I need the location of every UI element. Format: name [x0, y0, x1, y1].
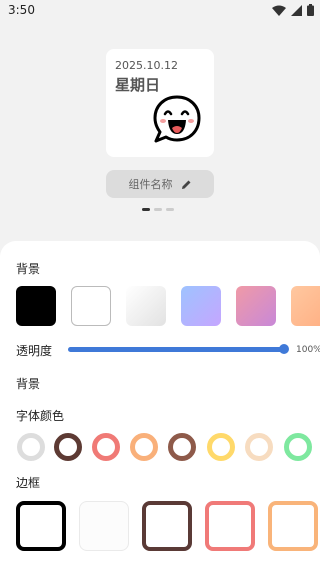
- font-color-swatch[interactable]: [130, 433, 158, 461]
- page-dot[interactable]: [142, 208, 150, 211]
- font-color-label: 字体颜色: [16, 409, 65, 423]
- background-label-secondary: 背景: [16, 377, 41, 391]
- widget-name-button[interactable]: 组件名称: [106, 170, 214, 198]
- page-indicator: [142, 208, 174, 211]
- opacity-slider-track[interactable]: [68, 347, 284, 352]
- font-color-swatch[interactable]: [245, 433, 273, 461]
- background-swatch[interactable]: [291, 286, 320, 326]
- font-color-swatch[interactable]: [168, 433, 196, 461]
- battery-icon: [307, 4, 314, 16]
- laughing-speech-bubble-icon: [153, 95, 201, 143]
- font-color-swatch[interactable]: [92, 433, 120, 461]
- preview-date: 2025.10.12: [115, 59, 178, 72]
- wifi-icon: [272, 5, 286, 16]
- status-time: 3:50: [8, 3, 35, 17]
- font-color-swatch[interactable]: [284, 433, 312, 461]
- settings-panel: 背景 透明度 100% 背景 字体颜色 边框: [0, 241, 320, 568]
- border-frame-option[interactable]: [16, 501, 66, 551]
- border-frame-option[interactable]: [268, 501, 318, 551]
- font-color-swatch[interactable]: [17, 433, 45, 461]
- background-swatch[interactable]: [236, 286, 276, 326]
- background-swatch[interactable]: [16, 286, 56, 326]
- font-color-swatch[interactable]: [54, 433, 82, 461]
- opacity-label: 透明度: [16, 344, 53, 358]
- background-swatch[interactable]: [71, 286, 111, 326]
- pencil-icon: [181, 180, 190, 189]
- page-dot[interactable]: [166, 208, 174, 211]
- background-swatch[interactable]: [126, 286, 166, 326]
- background-label: 背景: [16, 262, 41, 276]
- status-bar: 3:50: [0, 0, 320, 24]
- widget-name-label: 组件名称: [128, 178, 173, 191]
- page-dot[interactable]: [154, 208, 162, 211]
- border-frame-option[interactable]: [142, 501, 192, 551]
- cellular-signal-icon: [291, 4, 302, 16]
- font-color-swatch[interactable]: [207, 433, 235, 461]
- opacity-value: 100%: [296, 345, 320, 355]
- border-label: 边框: [16, 476, 41, 490]
- widget-preview-card: 2025.10.12 星期日: [106, 49, 214, 157]
- preview-weekday: 星期日: [115, 76, 161, 94]
- border-none-option[interactable]: [79, 501, 129, 551]
- status-icons: [272, 3, 314, 17]
- border-frame-option[interactable]: [205, 501, 255, 551]
- opacity-slider-thumb[interactable]: [279, 344, 289, 354]
- background-swatch[interactable]: [181, 286, 221, 326]
